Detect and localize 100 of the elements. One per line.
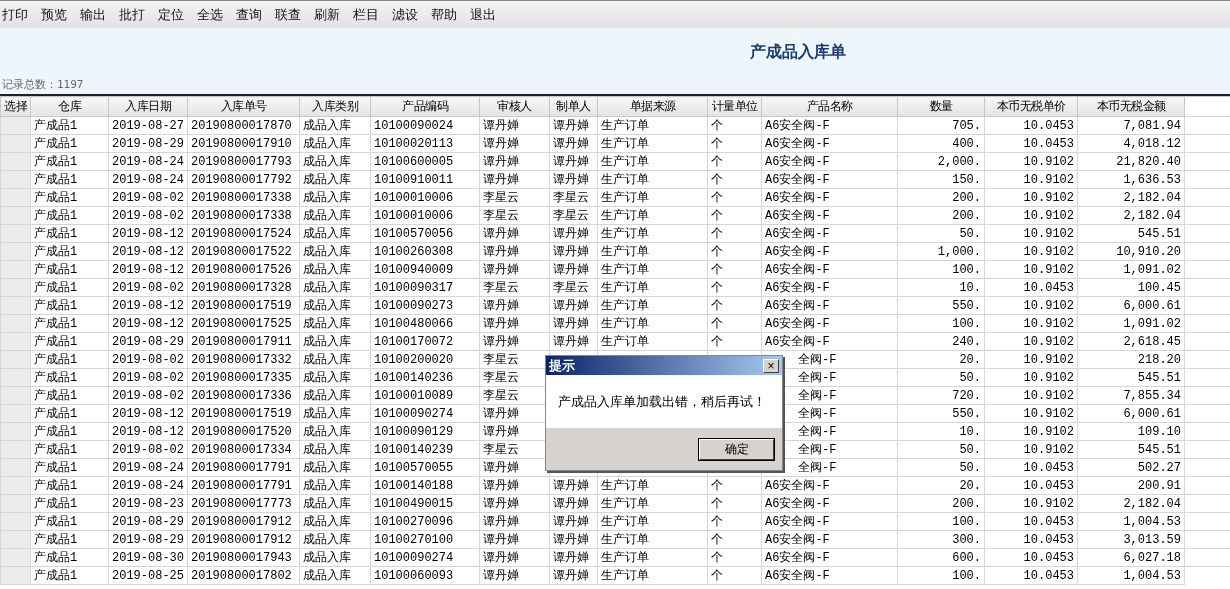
table-cell: 生产订单 xyxy=(601,550,649,565)
table-cell: 谭丹婵 xyxy=(553,262,589,277)
table-cell: 谭丹婵 xyxy=(483,478,519,493)
table-cell: 10. xyxy=(959,424,981,439)
table-cell: 10.9102 xyxy=(1023,442,1074,457)
table-cell: 产成品1 xyxy=(34,460,78,475)
column-header[interactable]: 本币无税单价 xyxy=(984,96,1078,117)
table-cell: 20190800017522 xyxy=(191,244,292,259)
table-cell: 10100260308 xyxy=(374,244,454,259)
column-header[interactable]: 入库单号 xyxy=(187,96,300,117)
table-cell: 个 xyxy=(711,496,723,511)
table-cell: 2019-08-24 xyxy=(112,172,184,187)
table-cell: 成品入库 xyxy=(303,352,351,367)
table-cell: 成品入库 xyxy=(303,460,351,475)
table-cell: 10100060093 xyxy=(374,568,454,583)
table-cell: 550. xyxy=(952,298,981,313)
ok-button[interactable]: 确定 xyxy=(699,438,774,460)
table-cell: 谭丹婵 xyxy=(483,550,519,565)
menu-item[interactable]: 打印 xyxy=(2,5,28,24)
column-header[interactable]: 选择 xyxy=(0,96,31,117)
column-header[interactable]: 入库日期 xyxy=(108,96,188,117)
table-cell: 20190800017773 xyxy=(191,496,292,511)
menu-item[interactable]: 滤设 xyxy=(392,5,418,24)
table-cell: 谭丹婵 xyxy=(553,496,589,511)
table-cell: 李星云 xyxy=(553,280,589,295)
table-cell: 600. xyxy=(952,550,981,565)
table-cell: 谭丹婵 xyxy=(483,568,519,583)
table-cell: 300. xyxy=(952,532,981,547)
table-cell: 谭丹婵 xyxy=(483,226,519,241)
table-cell: 2,182.04 xyxy=(1123,190,1181,205)
table-cell: 谭丹婵 xyxy=(553,298,589,313)
table-cell: 个 xyxy=(711,514,723,529)
table-cell: 产成品1 xyxy=(34,298,78,313)
table-cell: 10100090024 xyxy=(374,118,454,133)
table-cell: A6安全阀-F xyxy=(765,154,830,169)
table-cell: 100. xyxy=(952,316,981,331)
table-cell: 成品入库 xyxy=(303,244,351,259)
column-header[interactable]: 单据来源 xyxy=(597,96,708,117)
table-cell: 20190800017791 xyxy=(191,478,292,493)
table-cell: 20. xyxy=(959,478,981,493)
menu-item[interactable]: 定位 xyxy=(158,5,184,24)
table-cell: 2019-08-29 xyxy=(112,136,184,151)
dialog-title: 提示 xyxy=(549,356,575,375)
table-cell: 个 xyxy=(711,172,723,187)
table-cell: 2019-08-29 xyxy=(112,334,184,349)
table-cell: 10.9102 xyxy=(1023,424,1074,439)
table-cell: 谭丹婵 xyxy=(483,532,519,547)
table-cell: 50. xyxy=(959,442,981,457)
table-cell: 10100090129 xyxy=(374,424,454,439)
table-cell: 产成品1 xyxy=(34,496,78,511)
table-cell: 成品入库 xyxy=(303,226,351,241)
table-cell: 2,000. xyxy=(937,154,981,169)
menu-item[interactable]: 全选 xyxy=(197,5,223,24)
table-cell: 李星云 xyxy=(483,388,519,403)
column-header[interactable]: 本币无税金额 xyxy=(1077,96,1185,117)
column-header[interactable]: 数量 xyxy=(897,96,985,117)
table-cell: 谭丹婵 xyxy=(553,136,589,151)
menu-item[interactable]: 栏目 xyxy=(353,5,379,24)
table-cell: 100. xyxy=(952,262,981,277)
table-cell: 产成品1 xyxy=(34,244,78,259)
table-cell: 谭丹婵 xyxy=(553,226,589,241)
table-cell: 产成品1 xyxy=(34,226,78,241)
table-cell: 全阀-F xyxy=(798,406,837,421)
table-cell: 成品入库 xyxy=(303,298,351,313)
table-cell: 2019-08-12 xyxy=(112,406,184,421)
column-header[interactable]: 产品名称 xyxy=(761,96,898,117)
menu-item[interactable]: 查询 xyxy=(236,5,262,24)
table-cell: 生产订单 xyxy=(601,478,649,493)
menu-item[interactable]: 输出 xyxy=(80,5,106,24)
table-cell: 2,182.04 xyxy=(1123,208,1181,223)
column-header[interactable]: 制单人 xyxy=(549,96,598,117)
table-cell: 生产订单 xyxy=(601,316,649,331)
column-header[interactable]: 入库类别 xyxy=(299,96,371,117)
menu-item[interactable]: 联查 xyxy=(275,5,301,24)
menu-item[interactable]: 刷新 xyxy=(314,5,340,24)
table-cell: 109.10 xyxy=(1137,424,1181,439)
table-cell: 1,004.53 xyxy=(1123,568,1181,583)
column-header[interactable]: 仓库 xyxy=(30,96,109,117)
table-cell: 谭丹婵 xyxy=(553,154,589,169)
table-cell: 20190800017338 xyxy=(191,208,292,223)
menu-item[interactable]: 预览 xyxy=(41,5,67,24)
table-cell: 20190800017911 xyxy=(191,334,292,349)
menu-item[interactable]: 帮助 xyxy=(431,5,457,24)
table-cell: 10100570055 xyxy=(374,460,454,475)
table-cell: 谭丹婵 xyxy=(553,514,589,529)
table-cell: 谭丹婵 xyxy=(483,406,519,421)
menu-item[interactable]: 批打 xyxy=(119,5,145,24)
table-cell: 10.0453 xyxy=(1023,478,1074,493)
menu-item[interactable]: 退出 xyxy=(470,5,496,24)
table-cell: 1,091.02 xyxy=(1123,316,1181,331)
column-header[interactable]: 产品编码 xyxy=(370,96,480,117)
table-cell: 550. xyxy=(952,406,981,421)
table-cell: 产成品1 xyxy=(34,280,78,295)
close-button[interactable]: × xyxy=(763,358,779,373)
table-cell: 生产订单 xyxy=(601,136,649,151)
table-cell: 成品入库 xyxy=(303,568,351,583)
column-header[interactable]: 审核人 xyxy=(479,96,550,117)
table-cell: 生产订单 xyxy=(601,172,649,187)
column-header[interactable]: 计量单位 xyxy=(707,96,762,117)
table-cell: 10.9102 xyxy=(1023,370,1074,385)
